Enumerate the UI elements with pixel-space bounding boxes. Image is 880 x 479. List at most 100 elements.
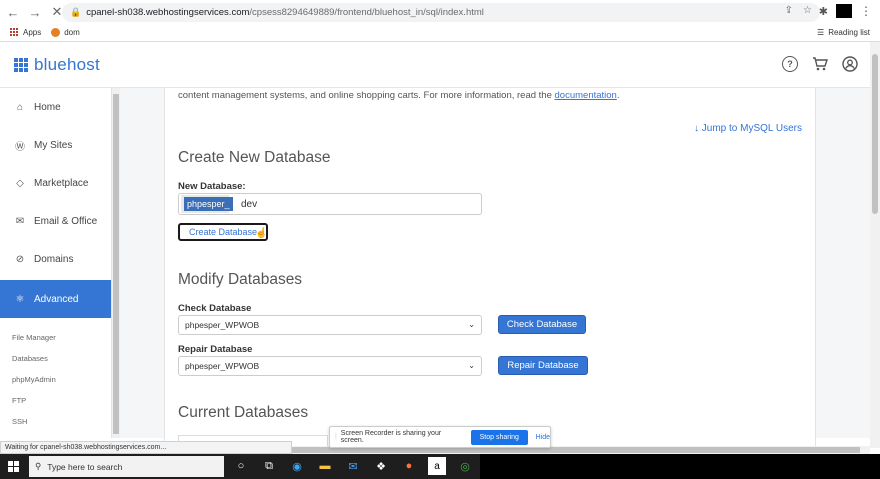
atom-icon: ⚛ [15, 293, 25, 305]
repair-database-label: Repair Database [178, 344, 253, 355]
sidebar-subitem-phpmyadmin[interactable]: phpMyAdmin [12, 375, 56, 384]
new-database-label: New Database: [178, 181, 246, 192]
sidebar-item-label: Advanced [34, 293, 79, 305]
create-database-heading: Create New Database [178, 149, 331, 166]
sidebar-item-label: Marketplace [34, 177, 89, 189]
account-icon[interactable] [842, 56, 858, 72]
cart-icon[interactable] [812, 56, 828, 72]
browser-chrome: ← → ✕ 🔒 cpanel-sh038.webhostingservices.… [0, 0, 880, 42]
firefox-icon[interactable]: ● [400, 457, 418, 475]
share-icon[interactable]: ⇪ [785, 5, 793, 16]
sidebar-item-label: Domains [34, 253, 74, 265]
intro-end: . [616, 90, 620, 101]
sidebar-subitem-ftp[interactable]: FTP [12, 396, 26, 405]
page-vertical-scrollbar[interactable] [870, 42, 880, 448]
stop-sharing-button[interactable]: Stop sharing [471, 429, 528, 445]
url-host: cpanel-sh038.webhostingservices.com [86, 7, 250, 18]
bookmark-dom[interactable]: dom [51, 28, 80, 37]
sidebar-subitem-ssh[interactable]: SSH [12, 417, 27, 426]
check-database-button[interactable]: Check Database [498, 315, 586, 334]
documentation-link[interactable]: documentation [555, 90, 617, 101]
check-database-select[interactable]: phpesper_WPWOB ⌄ [178, 315, 482, 335]
db-prefix-box: phpesper_ [181, 195, 233, 213]
repair-database-selected: phpesper_WPWOB [185, 361, 260, 371]
dropbox-icon[interactable]: ❖ [372, 457, 390, 475]
sidebar-scrollbar[interactable] [112, 88, 120, 438]
taskbar-dark-area [480, 454, 880, 479]
bluehost-logo[interactable]: bluehost [14, 55, 100, 75]
bluehost-grid-icon [14, 58, 28, 72]
modify-databases-heading: Modify Databases [178, 271, 303, 288]
chevron-down-icon: ⌄ [468, 320, 475, 329]
sidebar-subitem-databases[interactable]: Databases [12, 354, 48, 363]
windows-start-icon[interactable] [8, 461, 20, 473]
intro-body: content management systems, and online s… [178, 90, 552, 101]
repair-database-button[interactable]: Repair Database [498, 356, 588, 375]
url-path: /cpsess8294649889/frontend/bluehost_in/s… [249, 7, 484, 18]
file-explorer-icon[interactable]: ▬ [316, 457, 334, 475]
intro-text: content management systems, and online s… [178, 90, 619, 101]
star-icon[interactable]: ☆ [803, 5, 812, 16]
compass-icon: ⊘ [15, 253, 25, 265]
current-databases-heading: Current Databases [178, 404, 309, 421]
cortana-icon[interactable]: ○ [232, 457, 250, 475]
content-panel [164, 88, 816, 448]
back-icon[interactable]: ← [4, 3, 22, 21]
sidebar-item-my-sites[interactable]: Ⓦ My Sites [0, 126, 111, 164]
taskbar-search-placeholder: Type here to search [47, 461, 123, 472]
drag-handle-icon[interactable]: ⦙ [335, 432, 337, 442]
jump-to-mysql-users-link[interactable]: ↓ Jump to MySQL Users [694, 123, 802, 134]
screen-share-banner: ⦙ Screen Recorder is sharing your screen… [329, 426, 551, 448]
check-database-selected: phpesper_WPWOB [185, 320, 260, 330]
hand-cursor-icon: ☝ [255, 228, 268, 239]
sidebar-item-label: Home [34, 101, 61, 113]
sidebar-item-marketplace[interactable]: ◇ Marketplace [0, 164, 111, 202]
bookmark-apps[interactable]: Apps [10, 28, 41, 37]
sidebar-item-label: Email & Office [34, 215, 98, 227]
site-header: bluehost ? [0, 42, 880, 88]
reading-list[interactable]: ☰ Reading list [817, 28, 870, 37]
sidebar-item-advanced[interactable]: ⚛ Advanced [0, 280, 111, 318]
apps-grid-icon [10, 28, 19, 37]
chevron-down-icon: ⌄ [468, 361, 475, 370]
repair-database-select[interactable]: phpesper_WPWOB ⌄ [178, 356, 482, 376]
home-icon: ⌂ [16, 101, 24, 113]
check-database-label: Check Database [178, 303, 252, 314]
logo-text: bluehost [34, 55, 100, 74]
sidebar-subitem-file-manager[interactable]: File Manager [12, 333, 56, 342]
db-prefix: phpesper_ [184, 197, 233, 211]
profile-avatar[interactable] [836, 4, 852, 18]
bookmark-apps-label: Apps [23, 28, 42, 37]
hide-banner-link[interactable]: Hide [536, 434, 550, 441]
sidebar-item-label: My Sites [34, 139, 73, 151]
sidebar-item-email-office[interactable]: ✉ Email & Office [0, 202, 111, 240]
new-database-input[interactable]: phpesper_ dev [178, 193, 482, 215]
sidebar-item-domains[interactable]: ⊘ Domains [0, 240, 111, 278]
bookmarks-bar: Apps dom ☰ Reading list [0, 24, 880, 41]
tag-icon: ◇ [16, 177, 24, 189]
address-bar[interactable]: 🔒 cpanel-sh038.webhostingservices.com /c… [62, 3, 820, 22]
sidebar-item-home[interactable]: ⌂ Home [0, 88, 111, 126]
mail-app-icon[interactable]: ✉ [344, 457, 362, 475]
help-icon[interactable]: ? [782, 56, 798, 72]
extensions-icon[interactable]: ✱ [819, 5, 828, 18]
reading-list-icon: ☰ [817, 28, 825, 37]
sidebar: ⌂ Home Ⓦ My Sites ◇ Marketplace ✉ Email … [0, 88, 112, 438]
address-row: ← → ✕ 🔒 cpanel-sh038.webhostingservices.… [0, 0, 880, 24]
taskbar-search[interactable]: ⚲ Type here to search [29, 456, 224, 477]
bookmark-dom-label: dom [64, 28, 80, 37]
dom-favicon-icon [51, 28, 61, 37]
menu-dots-icon[interactable]: ⋮ [860, 4, 872, 18]
edge-icon[interactable]: ◉ [288, 457, 306, 475]
browser-status-bar: Waiting for cpanel-sh038.webhostingservi… [0, 441, 292, 454]
amazon-icon[interactable]: a [428, 457, 446, 475]
chrome-icon[interactable]: ◎ [456, 457, 474, 475]
lock-icon: 🔒 [70, 7, 82, 17]
db-name-value: dev [241, 198, 258, 210]
wordpress-icon: Ⓦ [15, 141, 25, 153]
task-view-icon[interactable]: ⧉ [260, 457, 278, 475]
forward-icon[interactable]: → [26, 3, 44, 21]
search-icon: ⚲ [35, 461, 42, 471]
reading-list-label: Reading list [828, 28, 870, 37]
mail-icon: ✉ [15, 215, 25, 227]
